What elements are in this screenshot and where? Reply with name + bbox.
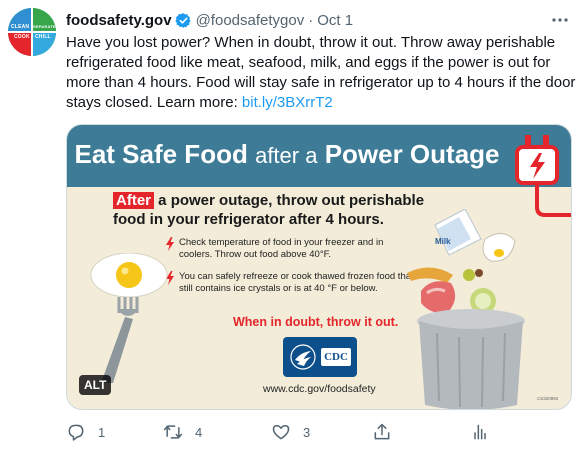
power-plug-icon <box>515 135 571 217</box>
reply-count: 1 <box>98 424 106 440</box>
reply-icon <box>68 424 84 441</box>
tweet-header: foodsafety.gov @foodsafetygov · Oct 1 <box>66 10 353 30</box>
image-warning: When in doubt, throw it out. <box>233 315 399 329</box>
like-button[interactable]: 3 <box>271 420 310 444</box>
verified-badge-icon <box>174 12 191 28</box>
image-title-part2: after a <box>255 143 318 168</box>
more-options-icon <box>552 18 568 22</box>
image-bullet-2: You can safely refreeze or cook thawed f… <box>166 271 419 295</box>
fork-egg-icon <box>90 253 168 383</box>
tweet-image[interactable]: Eat Safe Food after a Power Outage After… <box>66 124 572 410</box>
timestamp[interactable]: Oct 1 <box>317 12 353 29</box>
image-bullet-1: Check temperature of food in your freeze… <box>166 237 419 261</box>
avatar-label-separate: SEPARATE <box>33 24 56 29</box>
image-title: Eat Safe Food after a Power Outage <box>67 139 507 170</box>
image-code: CS320992 <box>537 396 559 401</box>
analytics-button[interactable] <box>470 420 490 444</box>
like-icon <box>272 425 290 440</box>
avatar-label-cook: COOK <box>14 34 30 40</box>
bullet-1-text: Check temperature of food in your freeze… <box>179 237 384 260</box>
retweet-count: 4 <box>195 424 203 440</box>
tweet[interactable]: CLEAN SEPARATE COOK CHILL foodsafety.gov… <box>0 0 586 456</box>
bullet-2-text: You can safely refreeze or cook thawed f… <box>179 271 414 294</box>
hhs-eagle-icon <box>290 344 316 370</box>
share-icon <box>374 423 390 440</box>
milk-label: Milk <box>435 237 451 246</box>
share-button[interactable] <box>372 420 392 444</box>
headline-rest: a power outage, throw out perishable foo… <box>113 192 425 228</box>
tweet-text: Have you lost power? When in doubt, thro… <box>66 33 576 113</box>
tweet-link[interactable]: bit.ly/3BXrrT2 <box>242 94 333 111</box>
headline-highlight: After <box>113 192 155 209</box>
image-url: www.cdc.gov/foodsafety <box>263 383 376 395</box>
image-headline: After a power outage, throw out perishab… <box>113 191 443 229</box>
separator: · <box>308 11 314 29</box>
cdc-logo-text: CDC <box>321 348 351 366</box>
retweet-icon <box>163 425 183 439</box>
alt-text-badge[interactable]: ALT <box>79 375 112 395</box>
avatar-label-clean: CLEAN <box>11 24 30 30</box>
reply-button[interactable]: 1 <box>66 420 105 444</box>
avatar-label-chill: CHILL <box>35 34 51 40</box>
retweet-button[interactable]: 4 <box>163 420 202 444</box>
analytics-icon <box>474 424 486 440</box>
more-options-button[interactable] <box>548 8 572 32</box>
trash-can-icon <box>407 209 525 409</box>
action-bar: 1 4 3 <box>66 420 496 444</box>
author-handle[interactable]: @foodsafetygov <box>196 12 305 29</box>
like-count: 3 <box>303 424 311 440</box>
image-title-part1: Eat Safe Food <box>74 139 248 169</box>
image-title-part3: Power Outage <box>324 139 500 169</box>
lightning-bolt-icon <box>166 237 174 251</box>
avatar[interactable]: CLEAN SEPARATE COOK CHILL <box>8 8 56 56</box>
avatar-divider <box>31 8 33 56</box>
cdc-logo: CDC <box>283 337 357 377</box>
author-name[interactable]: foodsafety.gov <box>66 12 172 29</box>
